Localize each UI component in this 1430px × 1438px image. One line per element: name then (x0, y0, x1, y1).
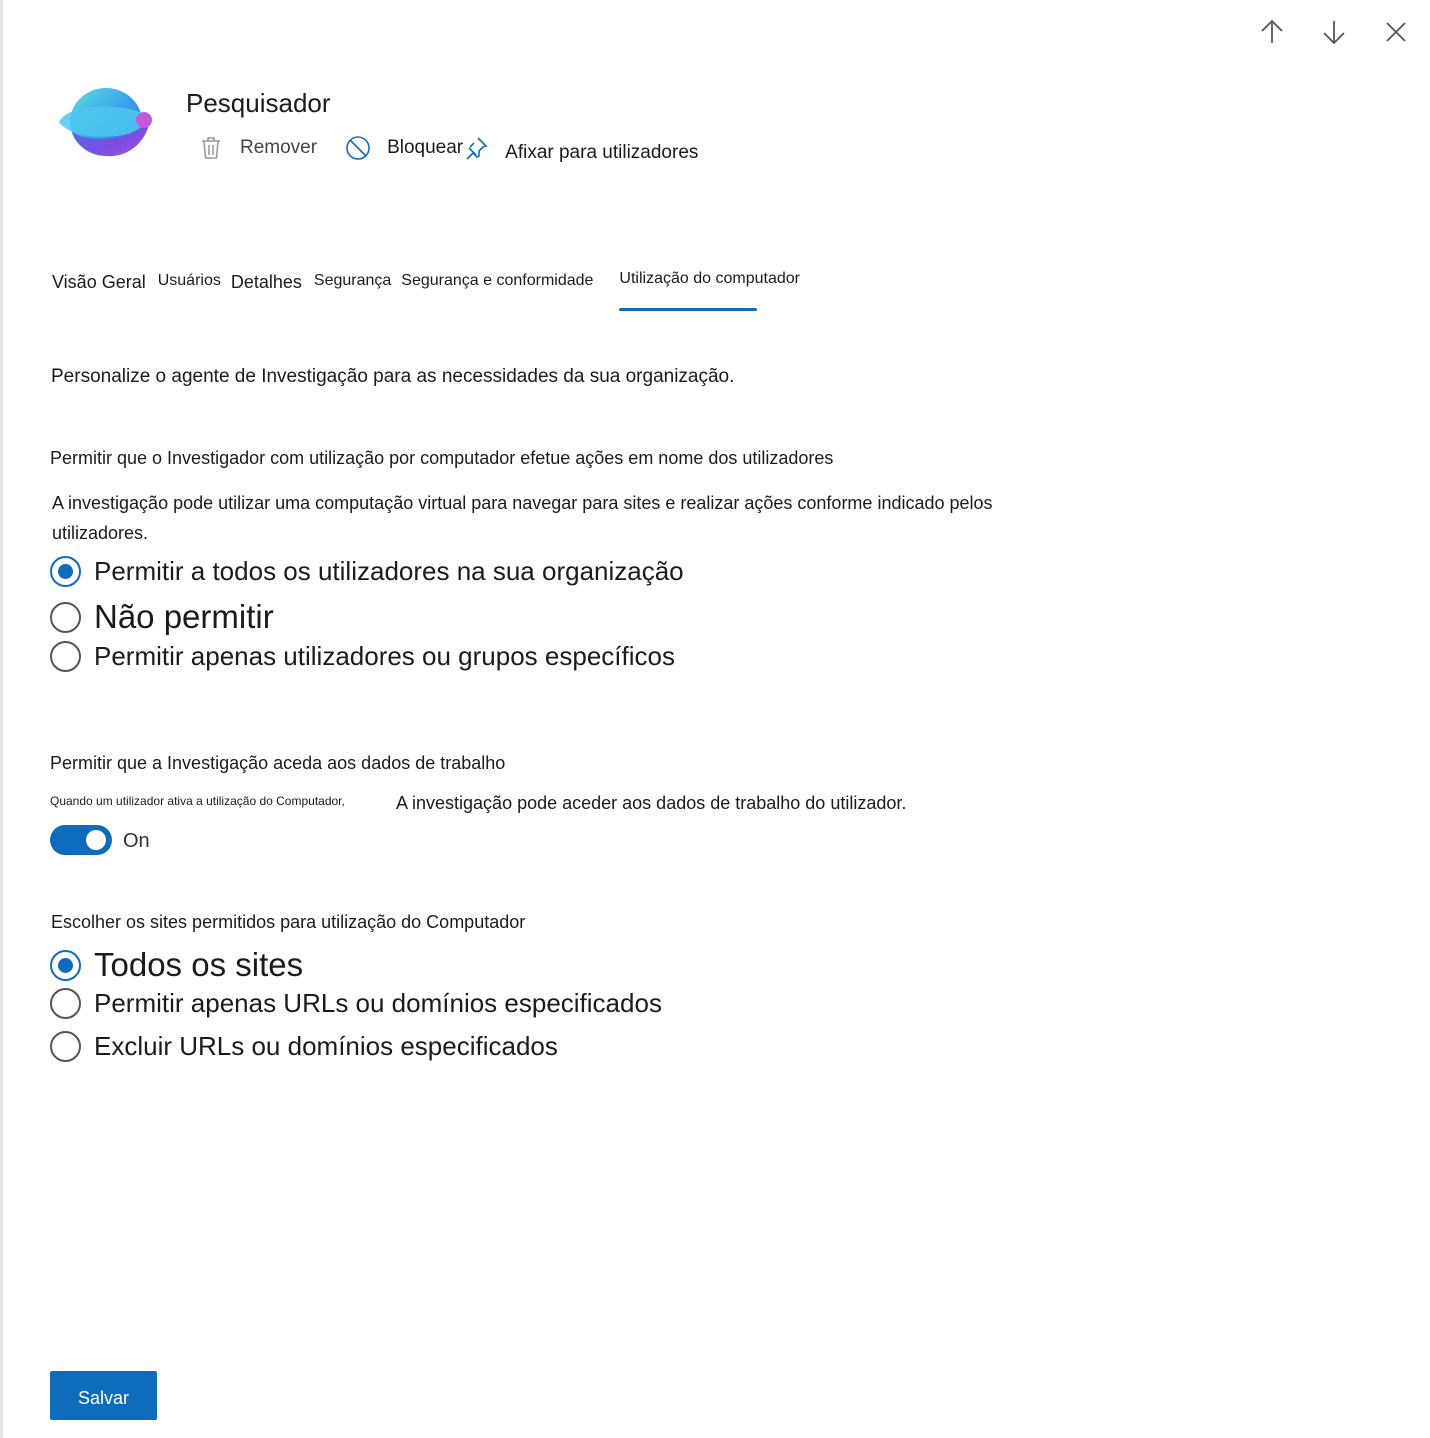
radio-circle (50, 601, 81, 633)
tab-security-compliance[interactable]: Segurança e conformidade (401, 268, 593, 312)
section-actions-title: Permitir que o Investigador com utilizaç… (50, 448, 834, 468)
block-button[interactable]: Bloquear (345, 135, 463, 161)
previous-item-button[interactable] (1250, 12, 1294, 52)
pin-label: Afixar para utilizadores (505, 142, 699, 163)
radio-label: Não permitir (94, 598, 274, 635)
section-sites-title: Escolher os sites permitidos para utiliz… (51, 912, 526, 932)
researcher-logo (59, 88, 152, 157)
radio-label: Todos os sites (94, 946, 304, 983)
arrow-up-icon (1261, 19, 1283, 43)
work-data-toggle[interactable] (50, 825, 112, 855)
trash-icon (202, 137, 220, 159)
close-button[interactable] (1374, 12, 1418, 52)
tab-security[interactable]: Segurança (314, 268, 391, 312)
block-label: Bloquear (387, 137, 464, 158)
tab-overview[interactable]: Visão Geral (52, 268, 146, 312)
section-work-data-title: Permitir que a Investigação aceda aos da… (50, 753, 506, 773)
app-title: Pesquisador (186, 88, 331, 118)
tab-details[interactable]: Detalhes (231, 268, 302, 312)
close-icon (1386, 22, 1406, 42)
tab-computer-use[interactable]: Utilização do computador (619, 268, 800, 312)
radio-circle (50, 1031, 81, 1062)
radio-circle (50, 556, 81, 587)
block-icon (346, 136, 370, 160)
panel-navigation (1250, 12, 1418, 52)
radio-circle (50, 949, 81, 981)
radio-label: Permitir a todos os utilizadores na sua … (94, 556, 684, 586)
active-tab-indicator (619, 308, 758, 311)
radio-allow-all-users[interactable]: Permitir a todos os utilizadores na sua … (50, 556, 684, 587)
app-actions: Remover Bloquear Afixar para utilizadore… (198, 132, 698, 164)
toggle-knob (86, 830, 106, 850)
remove-label: Remover (240, 137, 318, 158)
save-button[interactable]: Salvar (50, 1371, 157, 1420)
pin-button[interactable]: Afixar para utilizadores (463, 132, 698, 164)
tab-users[interactable]: Usuários (158, 268, 221, 312)
radio-label: Permitir apenas URLs ou domínios especif… (94, 988, 662, 1018)
intro-text: Personalize o agente de Investigação par… (51, 366, 735, 387)
tab-bar: Visão Geral Usuários Detalhes Segurança … (52, 268, 810, 312)
radio-circle (50, 641, 81, 672)
radio-specific-users-groups[interactable]: Permitir apenas utilizadores ou grupos e… (50, 641, 675, 672)
pin-icon (466, 137, 488, 160)
arrow-down-icon (1323, 21, 1345, 45)
toggle-state-label: On (123, 830, 150, 852)
panel-left-border (0, 0, 3, 1438)
remove-button[interactable]: Remover (198, 135, 317, 161)
tab-computer-use-label: Utilização do computador (619, 270, 800, 287)
radio-all-sites[interactable]: Todos os sites (50, 946, 303, 984)
radio-do-not-allow[interactable]: Não permitir (50, 598, 274, 636)
radio-label: Permitir apenas utilizadores ou grupos e… (94, 641, 675, 671)
radio-allow-specified-urls[interactable]: Permitir apenas URLs ou domínios especif… (50, 988, 662, 1019)
section-work-data-description: A investigação pode aceder aos dados de … (396, 793, 907, 813)
radio-exclude-specified-urls[interactable]: Excluir URLs ou domínios especificados (50, 1031, 558, 1062)
section-work-data-note: Quando um utilizador ativa a utilização … (50, 794, 345, 808)
next-item-button[interactable] (1312, 12, 1356, 52)
section-actions-description: A investigação pode utilizar uma computa… (52, 493, 993, 543)
radio-circle (50, 988, 81, 1019)
radio-label: Excluir URLs ou domínios especificados (94, 1031, 558, 1061)
